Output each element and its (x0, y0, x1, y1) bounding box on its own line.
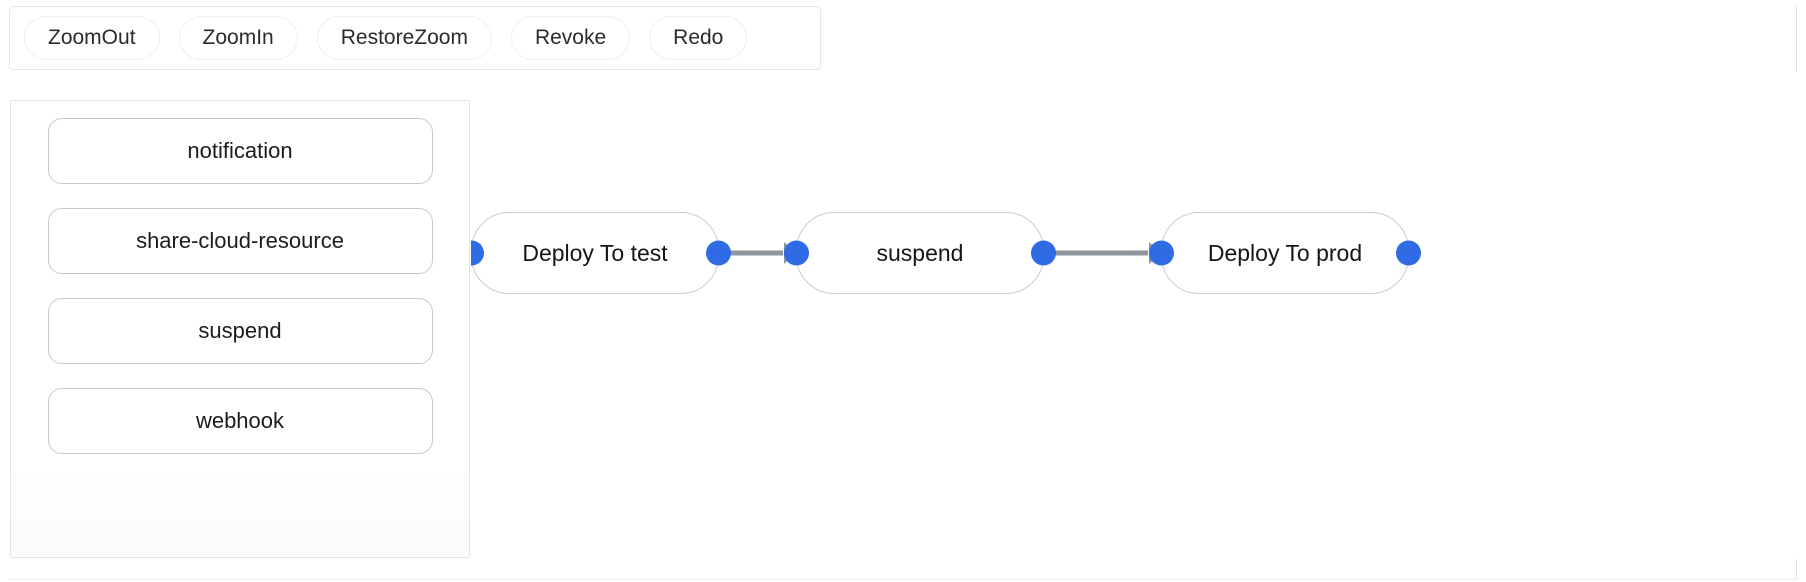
toolbar: ZoomOut ZoomIn RestoreZoom Revoke Redo (9, 6, 821, 70)
palette-item-label: suspend (198, 318, 281, 344)
node-target-handle[interactable] (784, 241, 809, 266)
workflow-editor: ZoomOut ZoomIn RestoreZoom Revoke Redo n… (0, 0, 1806, 582)
flow-node-deploy-to-test[interactable]: Deploy To test (471, 212, 719, 294)
edge-layer (471, 72, 1797, 559)
flow-node-label: Deploy To prod (1208, 240, 1362, 267)
flow-node-label: Deploy To test (522, 240, 667, 267)
palette-item-label: share-cloud-resource (136, 228, 344, 254)
node-source-handle[interactable] (1396, 241, 1421, 266)
palette-item-webhook[interactable]: webhook (48, 388, 433, 454)
node-target-handle[interactable] (1149, 241, 1174, 266)
palette-item-suspend[interactable]: suspend (48, 298, 433, 364)
redo-button[interactable]: Redo (649, 16, 747, 60)
node-palette-panel: notification share-cloud-resource suspen… (10, 100, 470, 558)
flow-canvas[interactable]: Deploy To test suspend Deploy To prod (471, 72, 1797, 559)
edge-suspend-to-deploy-to-prod (1046, 242, 1161, 264)
revoke-button[interactable]: Revoke (511, 16, 630, 60)
zoom-out-button[interactable]: ZoomOut (24, 16, 160, 60)
palette-item-notification[interactable]: notification (48, 118, 433, 184)
node-target-handle[interactable] (471, 241, 484, 266)
flow-node-label: suspend (877, 240, 964, 267)
flow-node-deploy-to-prod[interactable]: Deploy To prod (1161, 212, 1409, 294)
node-source-handle[interactable] (706, 241, 731, 266)
zoom-in-button[interactable]: ZoomIn (179, 16, 298, 60)
palette-item-label: webhook (196, 408, 284, 434)
flow-node-suspend[interactable]: suspend (796, 212, 1044, 294)
restore-zoom-button[interactable]: RestoreZoom (317, 16, 492, 60)
palette-item-label: notification (187, 138, 292, 164)
palette-item-share-cloud-resource[interactable]: share-cloud-resource (48, 208, 433, 274)
node-source-handle[interactable] (1031, 241, 1056, 266)
